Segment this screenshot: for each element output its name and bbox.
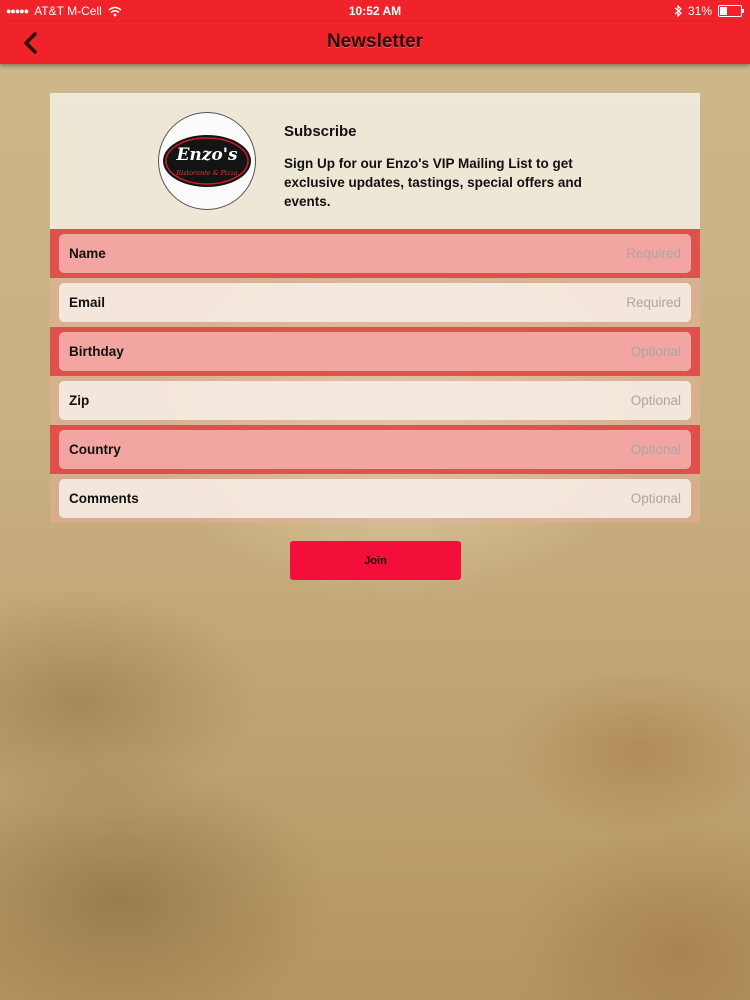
newsletter-card: Enzo's Ristorante & Pizza Subscribe Sign… — [50, 93, 700, 523]
field-placeholder: Optional — [630, 491, 681, 506]
field-placeholder: Required — [626, 246, 681, 261]
field-row-name: Name Required — [50, 229, 700, 278]
subscribe-title: Subscribe — [284, 123, 357, 140]
field-label: Zip — [69, 393, 90, 408]
status-time: 10:52 AM — [348, 4, 402, 18]
field-label: Comments — [69, 491, 139, 506]
birthday-field[interactable]: Birthday Optional — [59, 332, 691, 371]
comments-field[interactable]: Comments Optional — [59, 479, 691, 518]
battery-level — [720, 7, 727, 15]
bluetooth-icon — [674, 5, 682, 17]
status-bar: ●●●●● AT&T M-Cell 10:52 AM 31% — [0, 0, 750, 22]
battery-icon — [718, 5, 744, 17]
navigation-bar: Newsletter — [0, 22, 750, 64]
page-title: Newsletter — [326, 31, 424, 52]
logo-subtext: Ristorante & Pizza — [175, 169, 238, 177]
zip-field[interactable]: Zip Optional — [59, 381, 691, 420]
email-field[interactable]: Email Required — [59, 283, 691, 322]
field-placeholder: Required — [626, 295, 681, 310]
field-row-comments: Comments Optional — [50, 474, 700, 523]
join-button[interactable]: Join — [290, 541, 461, 580]
subscribe-header: Enzo's Ristorante & Pizza Subscribe Sign… — [50, 93, 700, 229]
field-label: Birthday — [69, 344, 124, 359]
field-label: Name — [69, 246, 106, 261]
enzos-logo: Enzo's Ristorante & Pizza — [158, 112, 256, 210]
field-row-zip: Zip Optional — [50, 376, 700, 425]
subscribe-description: Sign Up for our Enzo's VIP Mailing List … — [284, 156, 582, 209]
battery-percent: 31% — [687, 4, 712, 18]
field-placeholder: Optional — [630, 393, 681, 408]
field-placeholder: Optional — [630, 344, 681, 359]
country-field[interactable]: Country Optional — [59, 430, 691, 469]
field-label: Email — [69, 295, 106, 310]
name-field[interactable]: Name Required — [59, 234, 691, 273]
field-row-birthday: Birthday Optional — [50, 327, 700, 376]
logo-graphic: Enzo's Ristorante & Pizza — [163, 135, 251, 187]
status-right: 31% — [674, 4, 744, 18]
logo-text: Enzo's — [175, 145, 238, 165]
field-placeholder: Optional — [630, 442, 681, 457]
field-row-email: Email Required — [50, 278, 700, 327]
field-row-country: Country Optional — [50, 425, 700, 474]
field-label: Country — [69, 442, 121, 457]
